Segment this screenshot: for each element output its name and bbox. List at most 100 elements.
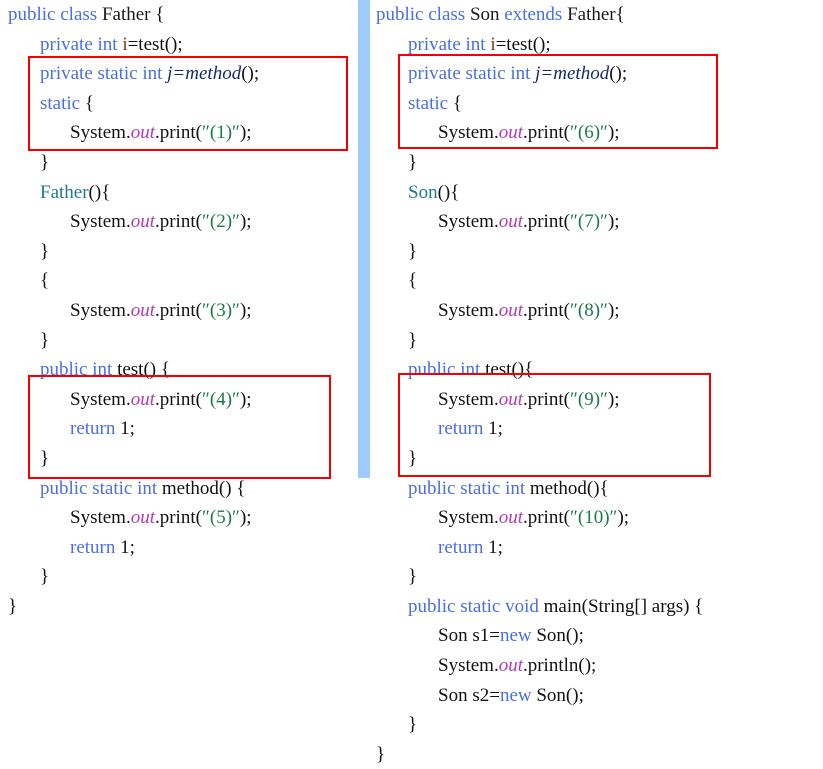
code-token-fieldj: j=method: [167, 63, 242, 85]
vertical-divider: [358, 0, 370, 478]
code-line: }: [376, 237, 816, 267]
code-line: }: [376, 444, 816, 474]
code-token-kw: extends: [504, 4, 563, 25]
code-line: System.out.print(″(7)″);: [376, 207, 816, 237]
code-line: public int test(){: [376, 355, 816, 385]
code-token-outref: out: [498, 122, 523, 144]
code-token-plain: System.: [438, 122, 499, 144]
code-token-plain: test() {: [117, 359, 170, 381]
code-token-plain: }: [40, 566, 50, 588]
code-token-kw: public int: [408, 359, 486, 381]
code-token-plain: System.: [438, 299, 499, 321]
code-token-plain: );: [607, 388, 620, 410]
code-token-kw: return: [438, 536, 484, 558]
code-token-plain: .print(: [154, 507, 202, 529]
code-line: System.out.print(″(2)″);: [8, 207, 354, 237]
code-line: return 1;: [8, 414, 354, 444]
code-token-num: 1;: [115, 418, 135, 440]
code-line: Son s2=new Son();: [376, 681, 816, 711]
code-line: }: [8, 237, 354, 267]
code-token-plain: );: [239, 122, 252, 144]
code-token-plain: {: [408, 270, 418, 292]
code-token-plain: Son: [438, 625, 468, 647]
code-token-num: 1;: [115, 536, 135, 558]
code-line: return 1;: [376, 414, 816, 444]
code-token-kw: public class: [8, 4, 102, 25]
code-token-outref: out: [130, 299, 155, 321]
code-token-plain: .print(: [154, 122, 202, 144]
code-token-kw: new: [499, 625, 532, 647]
code-panel-father: public class Father {private int i=test(…: [8, 0, 354, 621]
code-token-ctor: Father: [40, 181, 89, 203]
code-token-plain: .println();: [522, 655, 597, 677]
code-token-type: Father: [567, 4, 616, 25]
code-token-kw: public static void: [408, 595, 544, 617]
code-token-str: ″(4)″: [201, 388, 240, 410]
code-token-plain: .print(: [522, 299, 570, 321]
code-token-kw: public static int: [408, 477, 530, 499]
code-line: Father(){: [8, 178, 354, 208]
code-token-plain: );: [239, 507, 252, 529]
code-line: System.out.print(″(4)″);: [8, 385, 354, 415]
code-token-plain: );: [239, 211, 252, 233]
code-token-kw: private static int: [408, 63, 536, 85]
code-token-plain: System.: [70, 211, 131, 233]
code-token-plain: .print(: [154, 211, 202, 233]
code-token-outref: out: [498, 507, 523, 529]
code-token-plain: {: [80, 92, 94, 114]
code-line: return 1;: [8, 533, 354, 563]
code-token-num: 1;: [483, 418, 503, 440]
code-token-str: ″(3)″: [201, 299, 240, 321]
code-token-plain: System.: [438, 655, 499, 677]
code-token-kw: public int: [40, 359, 118, 381]
code-token-plain: .print(: [522, 211, 570, 233]
code-line: }: [8, 326, 354, 356]
code-line: System.out.print(″(1)″);: [8, 118, 354, 148]
code-line: System.out.print(″(9)″);: [376, 385, 816, 415]
code-token-plain: (){: [437, 181, 460, 203]
code-line: public int test() {: [8, 355, 354, 385]
code-panel-son: public class Son extends Father{private …: [376, 0, 816, 769]
code-token-plain: {: [615, 4, 625, 25]
code-line: }: [376, 326, 816, 356]
code-token-plain: Son();: [531, 684, 584, 706]
code-token-plain: ();: [241, 63, 260, 85]
code-token-plain: );: [607, 122, 620, 144]
code-line: public static void main(String[] args) {: [376, 592, 816, 622]
code-token-plain: System.: [438, 507, 499, 529]
code-line: }: [376, 740, 816, 769]
code-token-plain: .print(: [154, 299, 202, 321]
code-token-plain: System.: [438, 211, 499, 233]
code-token-str: ″(5)″: [201, 507, 240, 529]
code-token-str: ″(2)″: [201, 211, 240, 233]
code-token-plain: method(){: [529, 477, 609, 499]
code-token-outref: out: [498, 655, 523, 677]
code-line: System.out.print(″(10)″);: [376, 503, 816, 533]
code-token-type: Son: [469, 4, 500, 25]
code-line: System.out.print(″(5)″);: [8, 503, 354, 533]
code-token-plain: }: [408, 447, 418, 469]
code-token-kw: return: [70, 536, 116, 558]
code-token-kw: return: [438, 418, 484, 440]
code-token-plain: }: [408, 566, 418, 588]
code-token-plain: );: [607, 211, 620, 233]
code-line: {: [376, 266, 816, 296]
code-token-plain: test(){: [485, 359, 534, 381]
code-token-plain: );: [617, 507, 630, 529]
slide-canvas: public class Father { private int i=test(…: [0, 0, 823, 765]
code-token-plain: System.: [70, 299, 131, 321]
code-line: Son s1=new Son();: [376, 621, 816, 651]
code-token-plain: .print(: [522, 388, 570, 410]
code-token-kw: private static int: [40, 63, 168, 85]
code-token-plain: System.: [438, 388, 499, 410]
code-token-kw: public class: [376, 4, 470, 25]
code-token-outref: out: [498, 211, 523, 233]
code-line: private static int j=method();: [8, 59, 354, 89]
code-token-str: ″(6)″: [569, 122, 608, 144]
code-line: private int i=test();: [376, 30, 816, 60]
code-line: }: [376, 148, 816, 178]
code-token-fieldj: j=method: [535, 63, 610, 85]
code-token-ctor: Son: [408, 181, 438, 203]
code-token-outref: out: [130, 507, 155, 529]
code-token-plain: );: [239, 299, 252, 321]
